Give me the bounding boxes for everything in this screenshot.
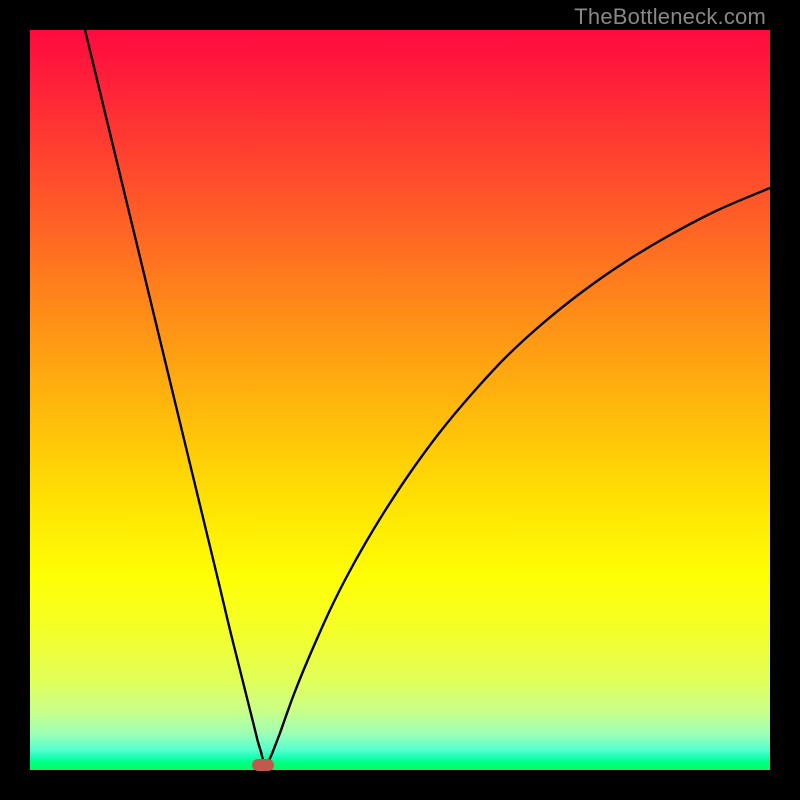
bottleneck-curve (85, 30, 770, 765)
watermark-text: TheBottleneck.com (574, 4, 766, 30)
plot-area (30, 30, 770, 770)
chart-frame: TheBottleneck.com (0, 0, 800, 800)
curve-svg (30, 30, 770, 770)
optimal-point-marker (252, 759, 274, 771)
